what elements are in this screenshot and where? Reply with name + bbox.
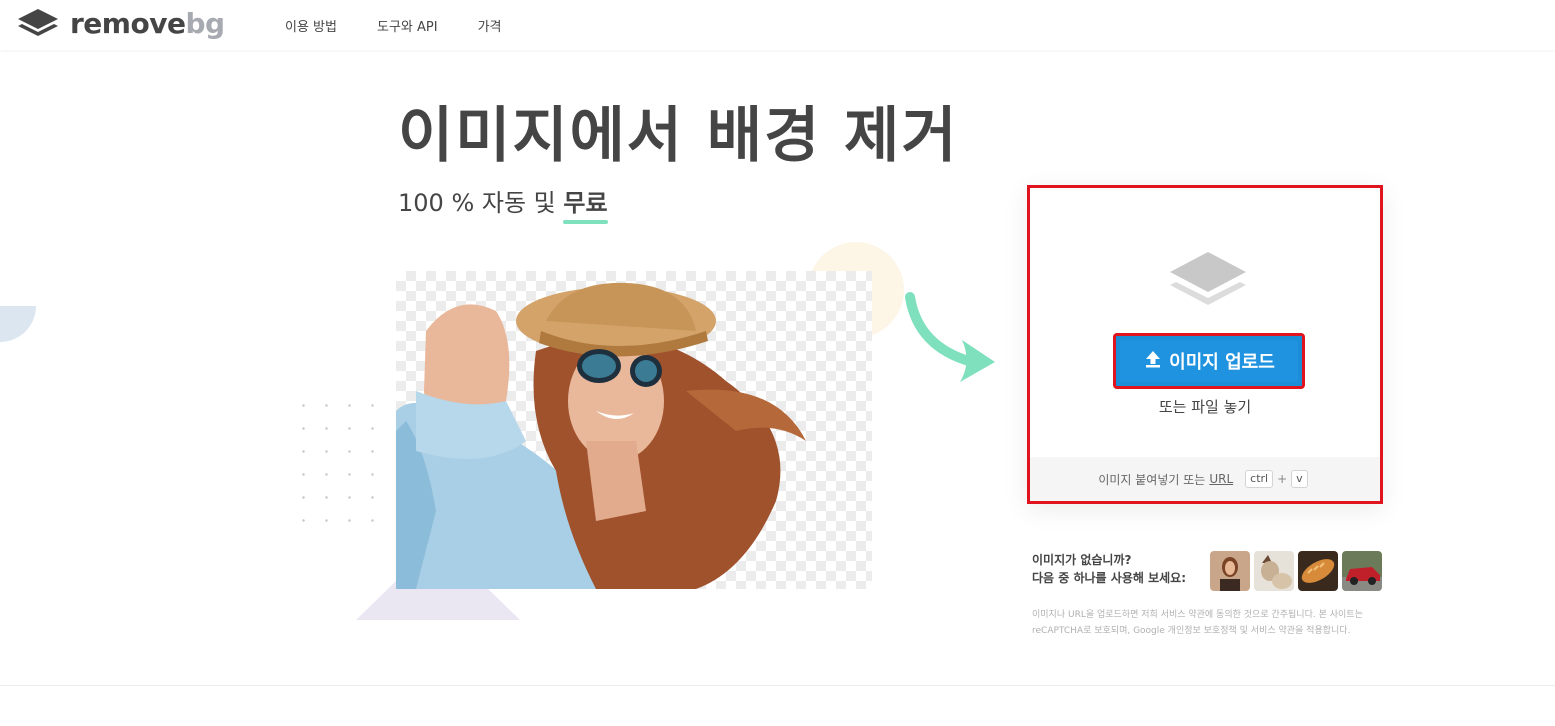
nav-link-pricing[interactable]: 가격: [478, 16, 502, 35]
sample-images: [1210, 551, 1386, 591]
kbd-plus: +: [1277, 472, 1288, 486]
upload-image-button[interactable]: 이미지 업로드: [1113, 333, 1305, 389]
kbd-ctrl: ctrl: [1245, 470, 1274, 488]
sample-cat-thumbnail[interactable]: [1254, 551, 1294, 591]
logo-wordmark: removebg: [70, 7, 225, 40]
nav-link-tools-api[interactable]: 도구와 API: [377, 16, 438, 35]
upload-dropzone[interactable]: 이미지 업로드 또는 파일 놓기 이미지 붙여넣기 또는 URL ctrl + …: [1027, 185, 1383, 504]
no-image-prompt: 이미지가 없습니까? 다음 중 하나를 사용해 보세요:: [1032, 553, 1186, 585]
arrow-right-icon: [905, 292, 995, 382]
sample-woman-thumbnail[interactable]: [1210, 551, 1250, 591]
decorative-dot-grid: [292, 394, 392, 539]
free-highlight: 무료: [563, 186, 608, 224]
example-photo: [396, 271, 872, 589]
nav-link-how-to[interactable]: 이용 방법: [285, 16, 337, 35]
layers-icon: [1170, 252, 1246, 305]
page-title: 이미지에서 배경 제거: [398, 101, 959, 171]
sample-bread-thumbnail[interactable]: [1298, 551, 1338, 591]
decorative-circle-left: [0, 306, 36, 342]
paste-bar: 이미지 붙여넣기 또는 URL ctrl + v: [1030, 457, 1380, 501]
kbd-v: v: [1291, 470, 1308, 488]
nav-links: 이용 방법 도구와 API 가격: [285, 16, 542, 35]
layers-logo-icon: [18, 9, 58, 36]
top-nav: removebg 이용 방법 도구와 API 가격: [0, 0, 1555, 50]
upload-arrow-icon: [1143, 349, 1163, 374]
section-divider: [0, 685, 1555, 686]
upload-button-label: 이미지 업로드: [1169, 352, 1275, 373]
drop-file-text: 또는 파일 놓기: [1158, 398, 1252, 416]
sample-car-thumbnail[interactable]: [1342, 551, 1382, 591]
removebg-logo[interactable]: removebg: [16, 6, 225, 42]
url-link[interactable]: URL: [1209, 472, 1233, 486]
hero-subtitle: 100 % 자동 및 무료: [398, 186, 608, 224]
paste-text: 이미지 붙여넣기 또는: [1098, 472, 1206, 487]
terms-disclaimer: 이미지나 URL을 업로드하면 저희 서비스 약관에 동의한 것으로 간주됩니다…: [1032, 610, 1363, 636]
